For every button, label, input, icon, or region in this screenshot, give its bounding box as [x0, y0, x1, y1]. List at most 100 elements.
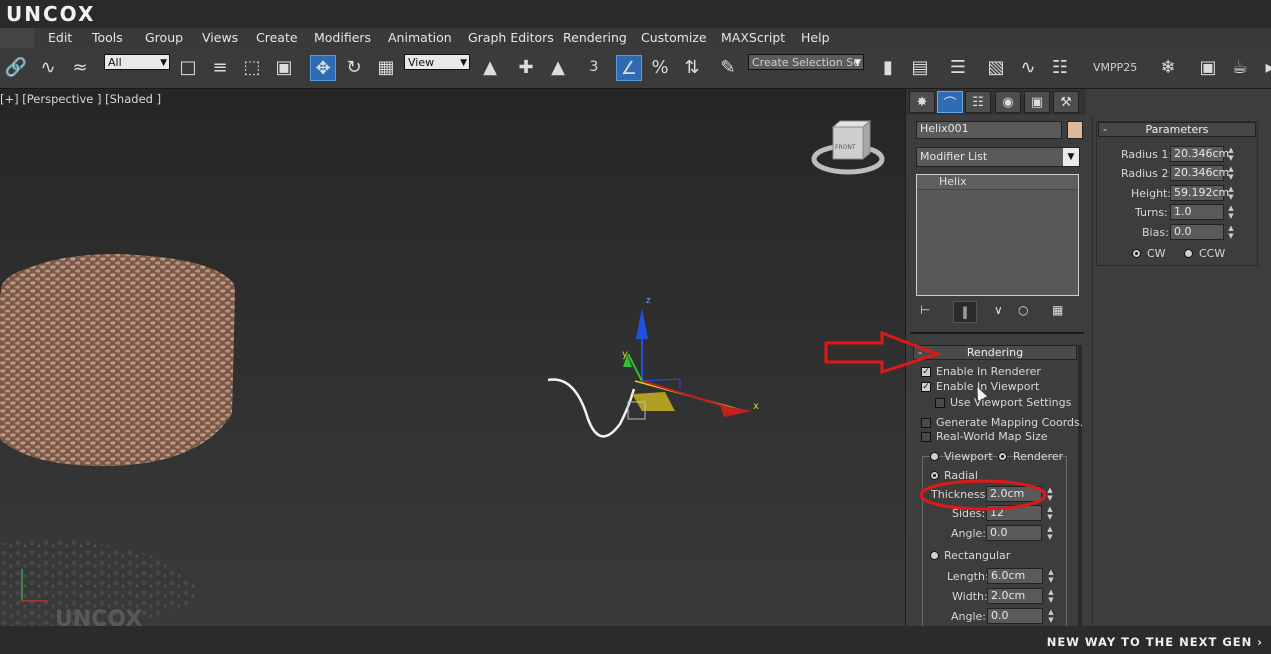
menu-edit[interactable]: Edit	[48, 30, 72, 45]
menu-modifiers[interactable]: Modifiers	[314, 30, 371, 45]
menu-help[interactable]: Help	[801, 30, 830, 45]
angle-spinner[interactable]: ▲ ▼	[1045, 525, 1055, 541]
thickness-spinner[interactable]: ▲ ▼	[1045, 486, 1055, 502]
select-by-name-icon[interactable]: ≡	[208, 55, 232, 79]
select-object-icon[interactable]: □	[176, 55, 200, 79]
viewport-radio[interactable]	[930, 452, 939, 461]
turns-spinner[interactable]: ▲ ▼	[1226, 204, 1236, 220]
create-tab-icon[interactable]: ✸	[909, 91, 935, 113]
bind-spacewarp-icon[interactable]: ≈	[68, 55, 92, 79]
menu-rendering[interactable]: Rendering	[563, 30, 627, 45]
cw-radio[interactable]	[1132, 249, 1141, 258]
sides-field[interactable]: 12	[986, 505, 1042, 521]
menu-customize[interactable]: Customize	[641, 30, 707, 45]
radius2-field[interactable]: 20.346cm	[1170, 165, 1229, 181]
show-end-result-icon[interactable]: ‖	[953, 301, 977, 323]
angle2-spinner[interactable]: ▲ ▼	[1046, 608, 1056, 624]
app-menu-button[interactable]	[0, 28, 34, 48]
height-spinner[interactable]: ▲ ▼	[1226, 185, 1236, 201]
ccw-radio[interactable]	[1184, 249, 1193, 258]
turns-field[interactable]: 1.0	[1170, 204, 1224, 220]
enable-in-renderer-checkbox[interactable]: ✓	[921, 367, 931, 377]
menu-group[interactable]: Group	[145, 30, 183, 45]
modify-tab-icon[interactable]: ⌒	[937, 91, 963, 113]
helix-spline-object[interactable]	[547, 378, 636, 438]
link-icon[interactable]: 🔗	[4, 55, 28, 79]
render-production-icon[interactable]: ▸	[1258, 55, 1271, 79]
scale-icon[interactable]: ▦	[374, 55, 398, 79]
move-icon[interactable]: ✥	[310, 55, 336, 81]
keyboard-shortcut-override-icon[interactable]: ▲	[546, 55, 570, 79]
bias-spinner[interactable]: ▲ ▼	[1226, 224, 1236, 240]
menu-maxscript[interactable]: MAXScript	[721, 30, 785, 45]
schematic-view-icon[interactable]: ☷	[1048, 55, 1072, 79]
pivot-center-icon[interactable]: ▲	[478, 55, 502, 79]
angle-snap-icon[interactable]: ∠	[616, 55, 642, 81]
material-editor-icon[interactable]: ❄	[1156, 55, 1180, 79]
percent-snap-icon[interactable]: %	[648, 55, 672, 79]
display-tab-icon[interactable]: ▣	[1024, 91, 1050, 113]
parameters-rollout-header[interactable]: - Parameters	[1098, 122, 1256, 137]
render-teapot-icon[interactable]: ☕	[1228, 55, 1252, 79]
sides-spinner[interactable]: ▲ ▼	[1045, 505, 1055, 521]
menu-tools[interactable]: Tools	[92, 30, 123, 45]
mirror-icon[interactable]: ▮	[876, 55, 900, 79]
menu-views[interactable]: Views	[202, 30, 238, 45]
spinner-snap-icon[interactable]: ⇅	[680, 55, 704, 79]
selection-filter-dropdown[interactable]: All ▼	[104, 54, 170, 70]
align-icon[interactable]: ▤	[908, 55, 932, 79]
make-unique-icon[interactable]: ∨	[994, 303, 1003, 317]
reference-coordinate-dropdown[interactable]: View ▼	[404, 54, 470, 70]
move-gizmo[interactable]	[623, 308, 752, 420]
perspective-viewport[interactable]: [+] [Perspective ] [Shaded ] UNCOX z y x…	[0, 89, 905, 626]
utilities-tab-icon[interactable]: ⚒	[1053, 91, 1079, 113]
motion-tab-icon[interactable]: ◉	[995, 91, 1021, 113]
rectangular-radio[interactable]	[930, 551, 939, 560]
real-world-map-size-checkbox[interactable]	[921, 432, 931, 442]
generate-mapping-coords-checkbox[interactable]	[921, 418, 931, 428]
radius1-field[interactable]: 20.346cm	[1170, 146, 1229, 162]
radial-radio[interactable]	[930, 471, 939, 480]
unlink-icon[interactable]: ∿	[36, 55, 60, 79]
radius2-spinner[interactable]: ▲ ▼	[1226, 165, 1236, 181]
window-crossing-icon[interactable]: ▣	[272, 55, 296, 79]
snap-toggle-icon[interactable]: 3	[582, 55, 606, 79]
rectangular-selection-icon[interactable]: ⬚	[240, 55, 264, 79]
named-selection-set-input[interactable]: Create Selection Se ▼	[748, 54, 864, 70]
enable-in-viewport-checkbox[interactable]: ✓	[921, 382, 931, 392]
remove-modifier-icon[interactable]: ○	[1018, 303, 1028, 317]
select-manipulate-icon[interactable]: ✚	[514, 55, 538, 79]
width-spinner[interactable]: ▲ ▼	[1046, 588, 1056, 604]
woven-basket-object[interactable]	[0, 254, 235, 467]
height-field[interactable]: 59.192cm	[1170, 185, 1229, 201]
use-viewport-settings-checkbox[interactable]	[935, 398, 945, 408]
menu-graph-editors[interactable]: Graph Editors	[468, 30, 554, 45]
angle-field[interactable]: 0.0	[986, 525, 1042, 541]
length-field[interactable]: 6.0cm	[987, 568, 1043, 584]
rollout-scrollbar[interactable]	[1078, 345, 1082, 626]
stack-item-helix[interactable]: Helix	[917, 175, 1078, 190]
hierarchy-tab-icon[interactable]: ☷	[965, 91, 991, 113]
modifier-list-dropdown[interactable]: Modifier List ▼	[916, 147, 1080, 167]
angle2-field[interactable]: 0.0	[987, 608, 1043, 624]
menu-animation[interactable]: Animation	[388, 30, 452, 45]
graphite-ribbon-icon[interactable]: ▧	[984, 55, 1008, 79]
rotate-icon[interactable]: ↻	[342, 55, 366, 79]
width-field[interactable]: 2.0cm	[987, 588, 1043, 604]
edit-named-selection-icon[interactable]: ✎	[716, 55, 740, 79]
object-name-field[interactable]: Helix001	[916, 121, 1062, 139]
object-color-swatch[interactable]	[1067, 121, 1083, 139]
rendering-rollout-header[interactable]: - Rendering	[913, 345, 1077, 360]
renderer-radio[interactable]	[998, 452, 1007, 461]
layer-manager-icon[interactable]: ☰	[946, 55, 970, 79]
length-spinner[interactable]: ▲ ▼	[1046, 568, 1056, 584]
thickness-field[interactable]: 2.0cm	[986, 486, 1042, 502]
viewcube[interactable]: FRONT	[811, 119, 885, 175]
curve-editor-icon[interactable]: ∿	[1016, 55, 1040, 79]
configure-modifier-sets-icon[interactable]: ▦	[1052, 303, 1063, 317]
menu-create[interactable]: Create	[256, 30, 298, 45]
radius1-spinner[interactable]: ▲ ▼	[1226, 146, 1236, 162]
render-setup-icon[interactable]: ▣	[1196, 55, 1220, 79]
bias-field[interactable]: 0.0	[1170, 224, 1224, 240]
pin-stack-icon[interactable]: ⊢	[920, 303, 930, 317]
